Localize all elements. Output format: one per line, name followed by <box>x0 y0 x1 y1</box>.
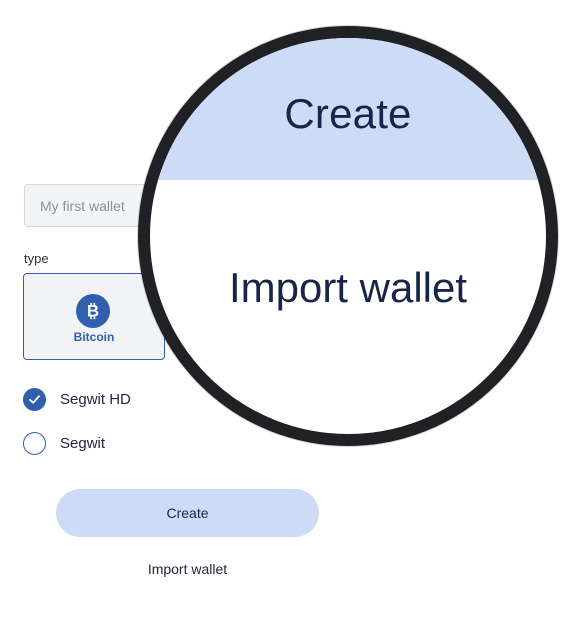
type-label: type <box>24 251 49 266</box>
radio-label: Segwit HD <box>60 391 131 408</box>
radio-unchecked-icon[interactable] <box>23 432 46 455</box>
magnifier-lens: Create Import wallet <box>138 26 558 446</box>
magnified-import-label: Import wallet <box>228 264 468 311</box>
create-button[interactable]: Create <box>56 489 319 537</box>
radio-segwit-hd[interactable]: Segwit HD <box>23 388 131 411</box>
radio-checked-icon[interactable] <box>23 388 46 411</box>
magnified-create-label: Create <box>284 90 412 137</box>
radio-label: Segwit <box>60 435 106 452</box>
radio-segwit[interactable]: Segwit <box>23 432 105 455</box>
import-wallet-link[interactable]: Import wallet <box>56 561 319 577</box>
bitcoin-icon: B <box>76 294 110 328</box>
svg-text:B: B <box>87 302 99 321</box>
coin-label: Bitcoin <box>73 330 115 344</box>
